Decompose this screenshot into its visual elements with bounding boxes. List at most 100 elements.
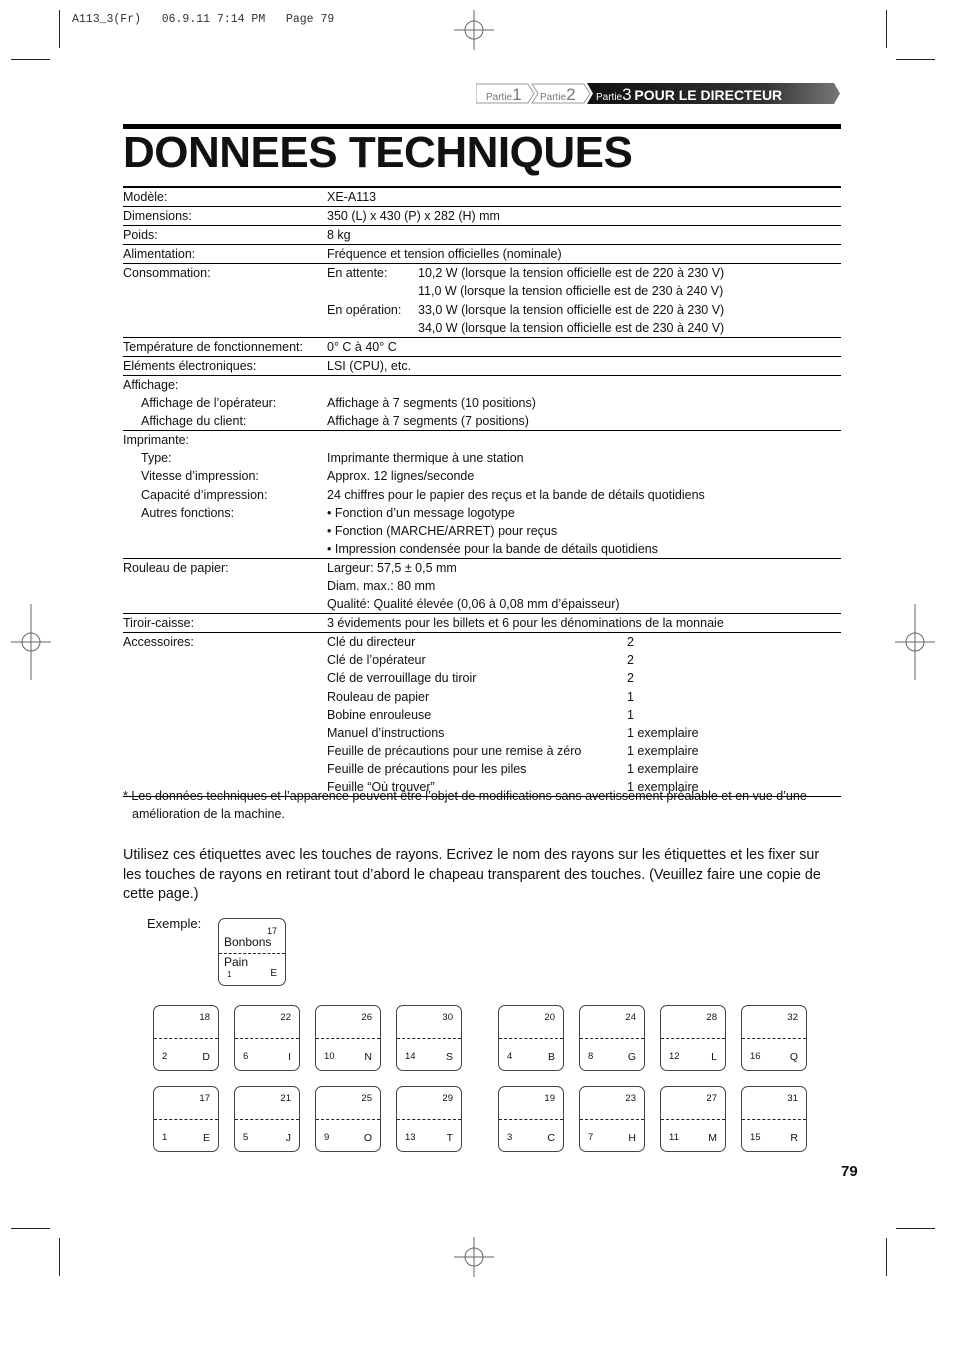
spec-value: 24 chiffres pour le papier des reçus et … bbox=[327, 487, 705, 502]
key-letter: C bbox=[547, 1132, 555, 1144]
key-letter: R bbox=[790, 1132, 798, 1144]
page-title: DONNEES TECHNIQUES bbox=[123, 128, 633, 177]
cut-line bbox=[235, 1038, 299, 1039]
key-letter: B bbox=[547, 1051, 555, 1063]
key-upper-number: 18 bbox=[199, 1012, 210, 1023]
breadcrumb-part3[interactable]: Partie3 POUR LE DIRECTEUR bbox=[596, 83, 782, 104]
spec-row: En opération: 33,0 W (lorsque la tension … bbox=[123, 301, 841, 319]
footnote: * Les données techniques et l’apparence … bbox=[123, 789, 807, 821]
crop-mark bbox=[11, 1228, 50, 1229]
spec-key: Rouleau de papier: bbox=[123, 560, 229, 575]
spec-row: Manuel d’instructions 1 exemplaire bbox=[123, 724, 841, 742]
key-label: 19 3 C bbox=[498, 1086, 564, 1152]
spec-row: 34,0 W (lorsque la tension officielle es… bbox=[123, 319, 841, 338]
key-letter: M bbox=[708, 1132, 717, 1144]
spec-row: Alimentation: Fréquence et tension offici… bbox=[123, 245, 841, 265]
breadcrumb: Partie1 Partie2 Partie3 POUR LE DIRECTEU… bbox=[476, 83, 842, 104]
spec-row: Clé de l’opérateur 2 bbox=[123, 651, 841, 669]
crop-mark bbox=[11, 59, 50, 60]
key-label: 29 13 T bbox=[396, 1086, 462, 1152]
key-upper-number: 17 bbox=[199, 1093, 210, 1104]
cut-line bbox=[499, 1119, 563, 1120]
key-upper-number: 29 bbox=[442, 1093, 453, 1104]
spec-value: Feuille de précautions pour une remise à… bbox=[327, 743, 582, 758]
key-lower-number: 4 bbox=[507, 1051, 513, 1062]
key-lower-number: 16 bbox=[750, 1051, 761, 1062]
key-upper-number: 26 bbox=[361, 1012, 372, 1023]
spec-quantity: 1 bbox=[627, 707, 634, 722]
spec-row: Rouleau de papier: Largeur: 57,5 ± 0,5 mm bbox=[123, 559, 841, 577]
spec-value-detail: 33,0 W (lorsque la tension officielle es… bbox=[418, 302, 725, 317]
spec-quantity: 1 exemplaire bbox=[627, 725, 699, 740]
spec-key: Modèle: bbox=[123, 190, 168, 204]
spec-table: Modèle: XE-A113 Dimensions: 350 (L) x 430 (… bbox=[123, 186, 841, 798]
spec-row: Poids: 8 kg bbox=[123, 226, 841, 246]
spec-value: 0° C à 40° C bbox=[327, 339, 397, 354]
spec-value-detail: 11,0 W (lorsque la tension officielle es… bbox=[418, 284, 724, 299]
crop-mark bbox=[896, 59, 935, 60]
key-upper-number: 20 bbox=[544, 1012, 555, 1023]
cut-line bbox=[661, 1119, 725, 1120]
spec-value: Qualité: Qualité élevée (0,06 à 0,08 mm … bbox=[327, 597, 620, 612]
key-letter: T bbox=[446, 1132, 453, 1144]
key-lower-number: 7 bbox=[588, 1132, 594, 1143]
spec-row: Feuille de précautions pour les piles 1 e… bbox=[123, 760, 841, 778]
cut-line bbox=[219, 953, 285, 954]
key-upper-number: 24 bbox=[625, 1012, 636, 1023]
key-lower-number: 3 bbox=[507, 1132, 513, 1143]
breadcrumb-part2[interactable]: Partie2 bbox=[540, 83, 576, 104]
spec-value: Imprimante thermique à une station bbox=[327, 451, 524, 466]
spec-value: Approx. 12 lignes/seconde bbox=[327, 469, 475, 484]
key-label: 22 6 I bbox=[234, 1005, 300, 1071]
cut-line bbox=[316, 1119, 380, 1120]
key-label: 25 9 O bbox=[315, 1086, 381, 1152]
spec-row: Affichage: bbox=[123, 376, 841, 394]
spec-row: Affichage du client: Affichage à 7 segmen… bbox=[123, 412, 841, 432]
example-key-label: 17 Bonbons Pain 1 E bbox=[218, 918, 286, 986]
cut-line bbox=[499, 1038, 563, 1039]
key-letter: O bbox=[363, 1132, 372, 1144]
spec-row: Diam. max.: 80 mm bbox=[123, 577, 841, 595]
spec-value: • Fonction d’un message logotype bbox=[327, 505, 515, 520]
key-upper-number: 32 bbox=[787, 1012, 798, 1023]
spec-key: Dimensions: bbox=[123, 209, 192, 224]
spec-value: Fréquence et tension officielles (nomina… bbox=[327, 247, 562, 262]
cut-line bbox=[154, 1119, 218, 1120]
key-letter: J bbox=[285, 1132, 291, 1144]
spec-row: Affichage de l’opérateur: Affichage à 7 s… bbox=[123, 394, 841, 412]
key-lower-number: 10 bbox=[324, 1051, 335, 1062]
key-lower-number: 9 bbox=[324, 1132, 330, 1143]
spec-row: Imprimante: bbox=[123, 431, 841, 449]
key-lower-number: 6 bbox=[243, 1051, 249, 1062]
cut-line bbox=[580, 1119, 644, 1120]
key-label: 21 5 J bbox=[234, 1086, 300, 1152]
spec-value: 3 évidements pour les billets et 6 pour … bbox=[327, 616, 724, 631]
spec-value: • Impression condensée pour la bande de … bbox=[327, 541, 658, 556]
print-slug: A113_3(Fr) 06.9.11 7:14 PM Page 79 bbox=[72, 13, 335, 26]
key-lower-number: 13 bbox=[405, 1132, 416, 1143]
breadcrumb-part1[interactable]: Partie1 bbox=[486, 83, 522, 104]
key-upper-number: 28 bbox=[706, 1012, 717, 1023]
key-lower-number: 11 bbox=[669, 1132, 679, 1143]
spec-row: • Impression condensée pour la bande de … bbox=[123, 540, 841, 559]
spec-row: Type: Imprimante thermique à une station bbox=[123, 449, 841, 467]
key-label: 27 11 M bbox=[660, 1086, 726, 1152]
key-lower-number: 1 bbox=[162, 1132, 168, 1143]
key-letter: D bbox=[202, 1051, 210, 1063]
intro-paragraph: Utilisez ces étiquettes avec les touches… bbox=[123, 847, 821, 902]
key-lower-number: 2 bbox=[162, 1051, 168, 1062]
cut-line bbox=[397, 1038, 461, 1039]
spec-value: Feuille de précautions pour les piles bbox=[327, 761, 527, 776]
key-upper-number: 19 bbox=[544, 1093, 555, 1104]
spec-quantity: 1 bbox=[627, 689, 634, 704]
spec-value: Clé de verrouillage du tiroir bbox=[327, 671, 477, 686]
spec-key: Imprimante: bbox=[123, 433, 189, 448]
spec-row: Dimensions: 350 (L) x 430 (P) x 282 (H) m… bbox=[123, 207, 841, 227]
spec-key: Type: bbox=[141, 451, 172, 466]
spec-row: Accessoires: Clé du directeur 2 bbox=[123, 633, 841, 651]
cut-line bbox=[742, 1119, 806, 1120]
cut-line bbox=[397, 1119, 461, 1120]
spec-key: Alimentation: bbox=[123, 247, 196, 262]
key-lower-number: 15 bbox=[750, 1132, 761, 1143]
spec-row: Bobine enrouleuse 1 bbox=[123, 706, 841, 724]
